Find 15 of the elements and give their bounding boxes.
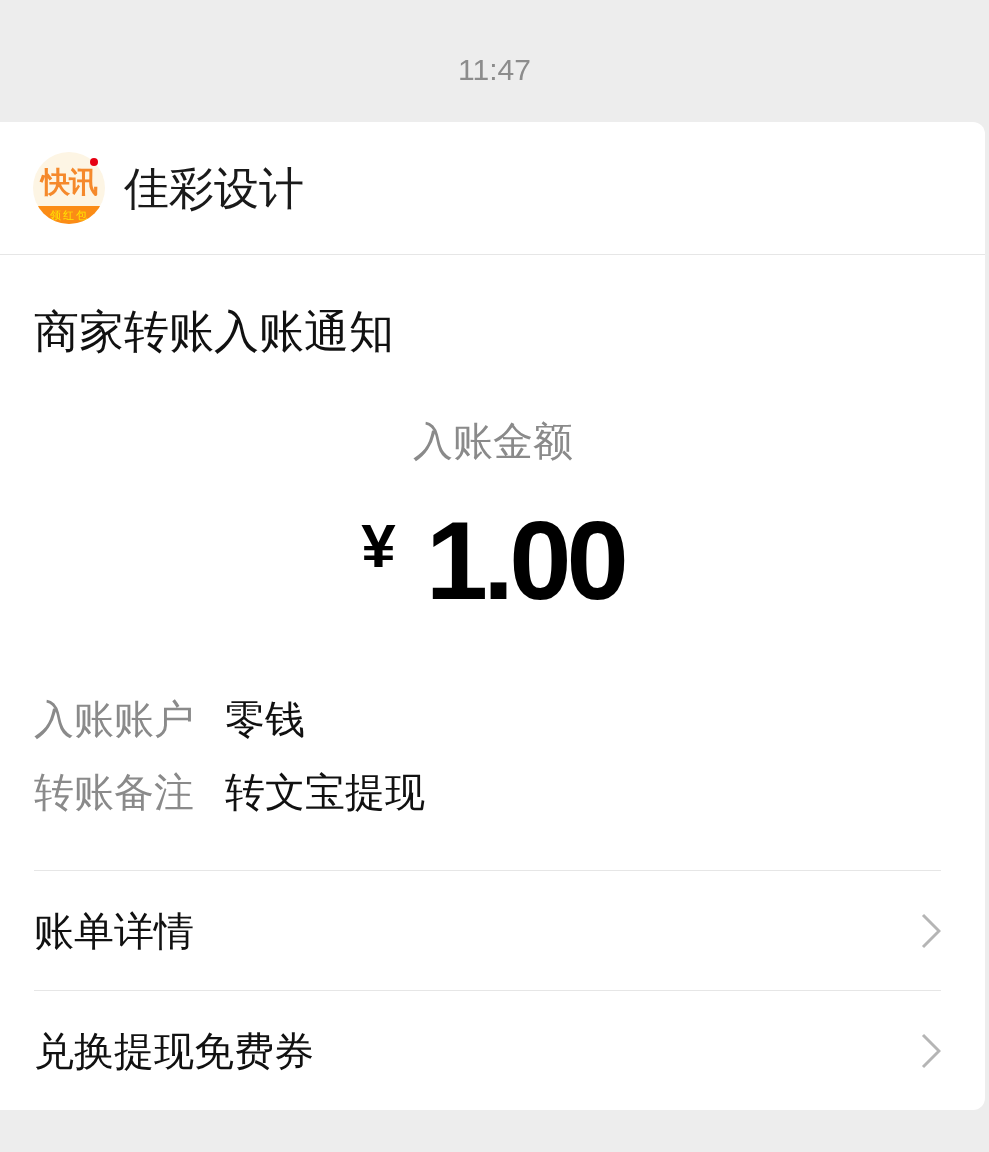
notice-title: 商家转账入账通知 (34, 307, 395, 357)
account-name: 佳彩设计 (124, 165, 304, 211)
list-row[interactable]: 账单详情 (34, 870, 941, 990)
amount-value: 1.00 (425, 503, 624, 618)
chevron-right-icon (921, 912, 941, 949)
amount-label: 入账金额 (412, 418, 573, 465)
list-row[interactable]: 兑换提现免费券 (34, 990, 941, 1110)
currency-symbol: ¥ (361, 515, 396, 577)
detail-value: 转文宝提现 (225, 772, 425, 812)
detail-label: 入账账户 (34, 699, 195, 739)
logo-text: 快讯 (41, 168, 97, 197)
message-time: 11:47 (458, 55, 531, 85)
detail-label: 转账备注 (34, 772, 195, 812)
detail-value: 零钱 (225, 699, 305, 739)
chevron-right-icon (921, 1032, 941, 1069)
